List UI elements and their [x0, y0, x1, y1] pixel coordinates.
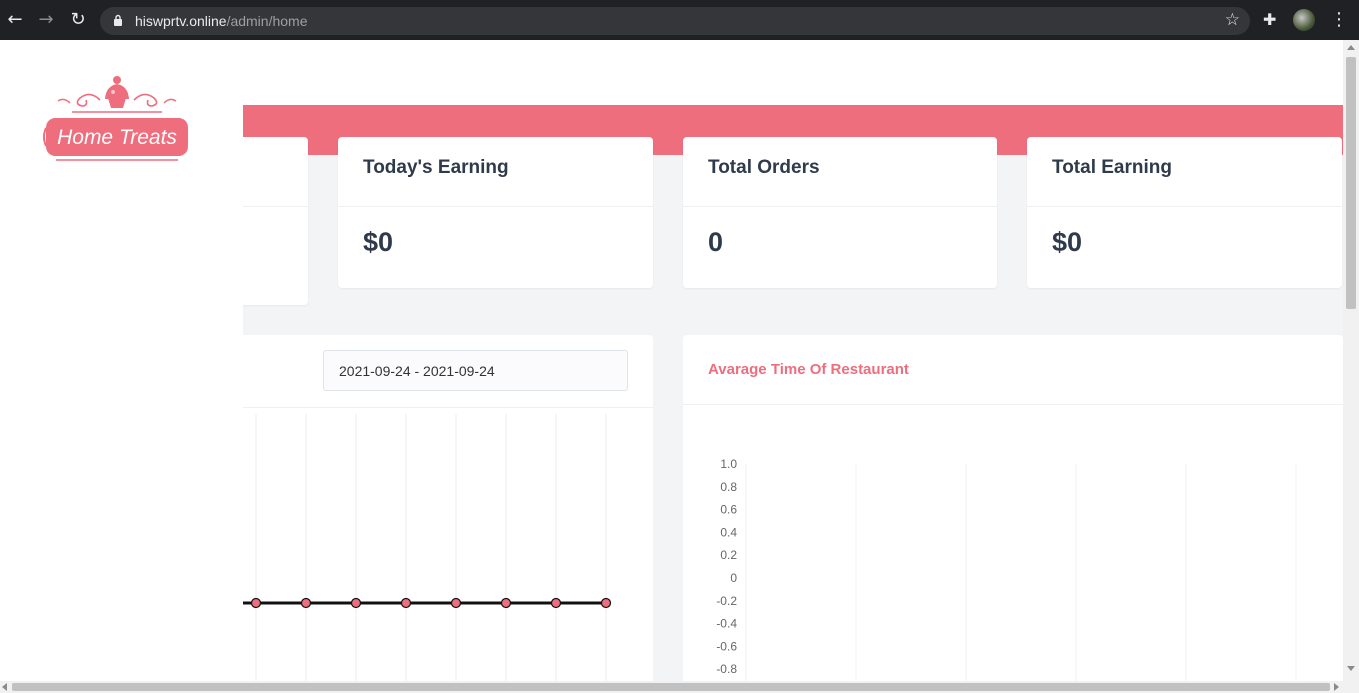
stat-value: $0: [1052, 227, 1083, 257]
y-tick-label: -0.2: [716, 594, 737, 608]
y-tick-label: -0.6: [716, 639, 737, 653]
forward-icon[interactable]: →: [35, 9, 57, 31]
puzzle-icon[interactable]: ✚: [1263, 10, 1276, 29]
scroll-down-icon[interactable]: [1347, 666, 1355, 671]
y-tick-label: 0.8: [720, 480, 737, 494]
y-tick-label: 0.2: [720, 548, 737, 562]
logo-text: Home Treats: [57, 126, 177, 149]
stat-value: 0: [708, 227, 724, 257]
y-tick-label: -0.4: [716, 617, 737, 631]
url-host: hiswprtv.online: [135, 13, 227, 29]
y-tick-label: 0.6: [720, 503, 737, 517]
data-point: [500, 597, 512, 609]
scroll-right-icon[interactable]: [1334, 683, 1339, 691]
stat-card-total-earning: Total Earning $0: [1027, 137, 1342, 288]
y-tick-label: -0.8: [716, 662, 737, 676]
stat-title: Total Orders: [683, 137, 997, 207]
data-point: [350, 597, 362, 609]
scroll-up-icon[interactable]: [1347, 45, 1355, 50]
page-viewport: Today's Earning $0 Total Orders 0 Total …: [0, 40, 1343, 681]
kebab-menu-icon[interactable]: ⋮: [1330, 9, 1348, 30]
earning-chart-card: 2021-09-24 - 2021-09-24: [200, 335, 653, 681]
data-point: [600, 597, 612, 609]
y-tick-label: 0.4: [720, 525, 737, 539]
y-tick-label: 1.0: [720, 457, 737, 471]
data-point: [250, 597, 262, 609]
sidebar: Home Treats: [0, 40, 243, 681]
scrollbar-thumb[interactable]: [1346, 57, 1356, 309]
chart-title: Avarage Time Of Restaurant: [708, 361, 909, 378]
date-range-input[interactable]: 2021-09-24 - 2021-09-24: [323, 350, 628, 391]
data-point: [450, 597, 462, 609]
vertical-scrollbar[interactable]: [1343, 40, 1359, 681]
earning-line-chart: [200, 414, 612, 681]
stat-title: Total Earning: [1027, 137, 1342, 207]
scroll-left-icon[interactable]: [2, 683, 7, 691]
url-text: hiswprtv.online/admin/home: [135, 13, 308, 29]
scrollbar-thumb[interactable]: [12, 683, 1330, 691]
back-icon[interactable]: ←: [4, 9, 26, 31]
stat-title: Today's Earning: [338, 137, 653, 207]
address-bar[interactable]: hiswprtv.online/admin/home ☆: [100, 7, 1250, 35]
lock-icon[interactable]: [113, 14, 123, 26]
data-point: [300, 597, 312, 609]
data-point: [400, 597, 412, 609]
reload-icon[interactable]: ↻: [67, 9, 89, 31]
url-path: /admin/home: [226, 13, 308, 29]
avg-time-bar-chart: 1.00.80.60.40.20-0.2-0.4-0.6-0.8-1.0demo…: [716, 457, 1297, 681]
stat-card-todays-earning: Today's Earning $0: [338, 137, 653, 288]
avatar[interactable]: [1293, 9, 1315, 31]
stat-value: $0: [363, 227, 394, 257]
horizontal-scrollbar[interactable]: [0, 681, 1359, 693]
star-icon[interactable]: ☆: [1225, 10, 1240, 30]
data-point: [550, 597, 562, 609]
home-treats-logo[interactable]: Home Treats: [42, 68, 192, 163]
browser-toolbar: ← → ↻ hiswprtv.online/admin/home ☆ ✚ ⋮: [0, 0, 1359, 40]
stat-card-total-orders: Total Orders 0: [683, 137, 997, 288]
avg-time-chart-card: Avarage Time Of Restaurant 1.0 0.8 0.6 0.4 0…: [683, 335, 1343, 681]
y-tick-label: 0: [730, 571, 737, 585]
